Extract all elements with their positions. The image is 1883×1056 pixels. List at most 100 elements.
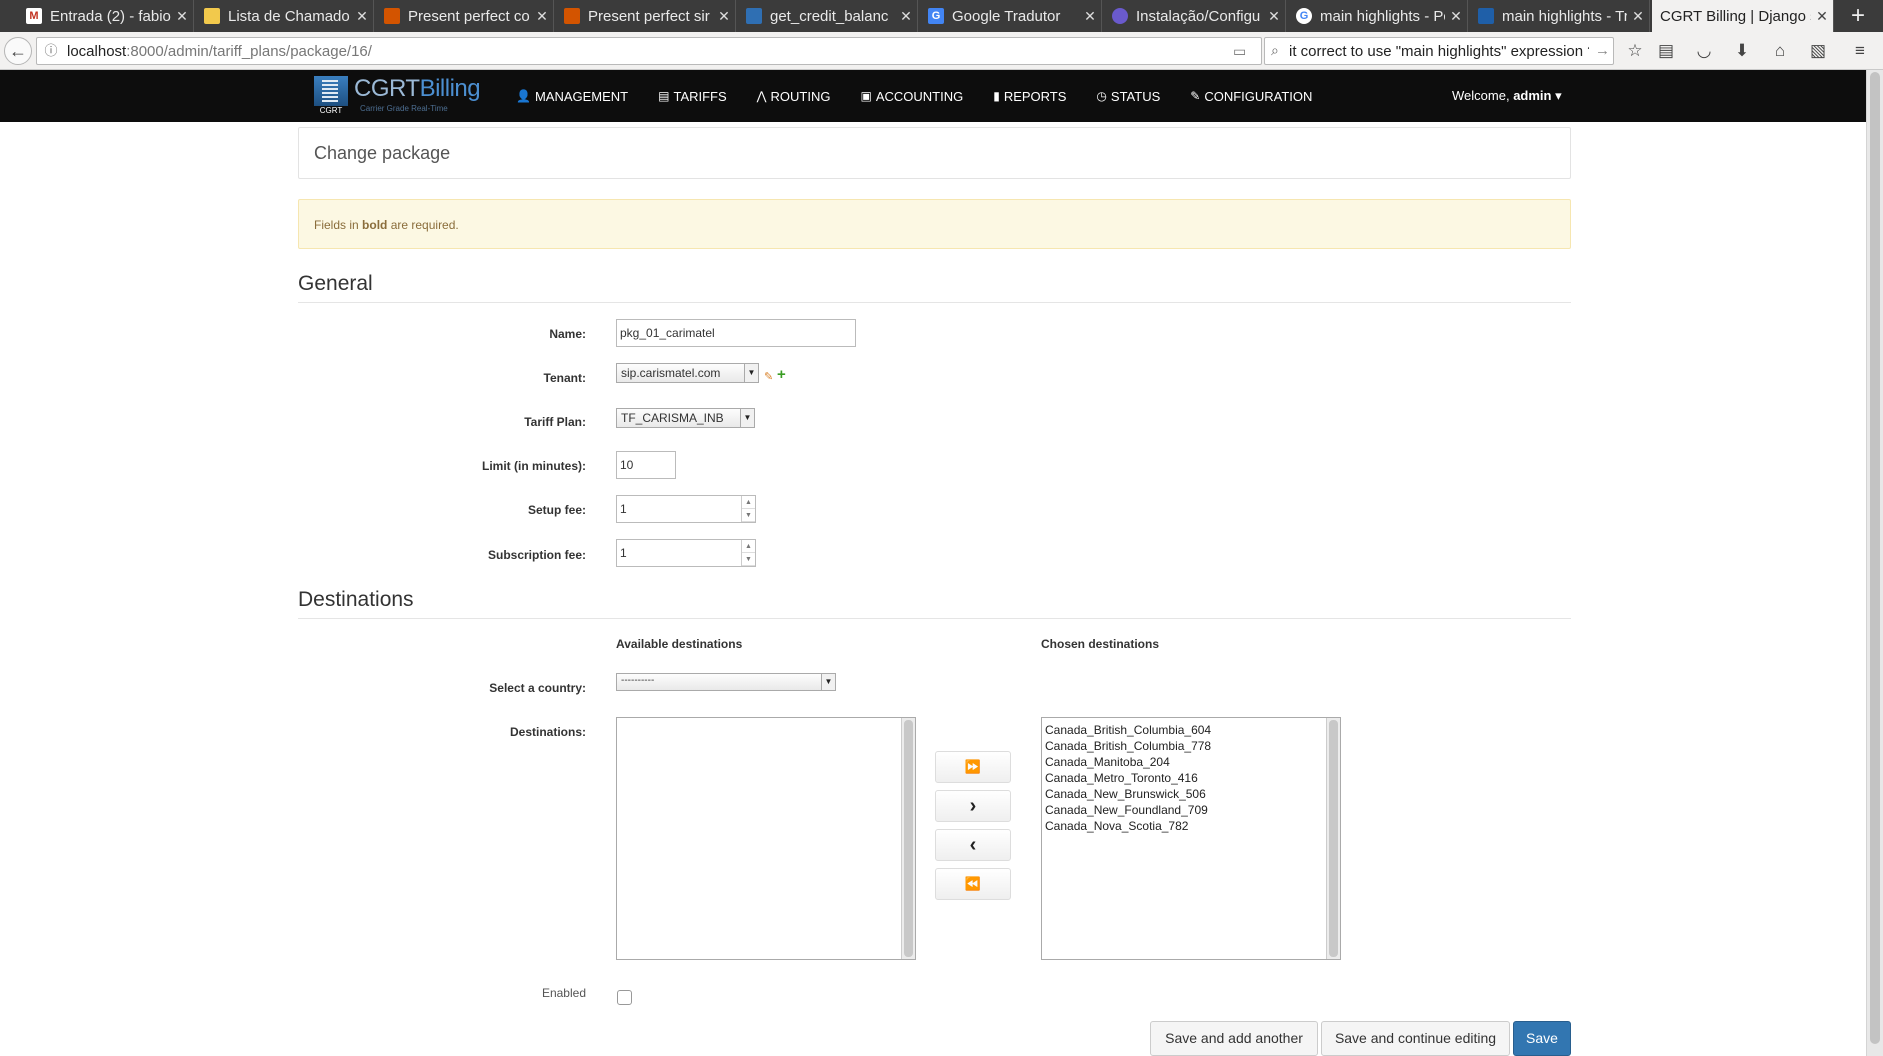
reader-view-icon[interactable]: ▭ xyxy=(1233,43,1246,60)
search-go-icon[interactable]: → xyxy=(1595,42,1610,59)
remove-button[interactable]: ‹ xyxy=(935,829,1011,861)
close-tab-icon[interactable]: ✕ xyxy=(1263,8,1285,25)
close-tab-icon[interactable]: ✕ xyxy=(713,8,735,25)
destination-option[interactable]: Canada_Manitoba_204 xyxy=(1045,754,1211,770)
bookmarks-list-icon[interactable]: ▤ xyxy=(1654,40,1678,62)
url-text: localhost:8000/admin/tariff_plans/packag… xyxy=(67,43,372,60)
close-tab-icon[interactable]: ✕ xyxy=(1445,8,1467,25)
home-icon[interactable]: ⌂ xyxy=(1768,40,1792,62)
close-tab-icon[interactable]: ✕ xyxy=(1811,8,1833,25)
tariff-plan-label: Tariff Plan: xyxy=(524,415,586,429)
page-header: Change package xyxy=(298,127,1571,179)
browser-tab-active[interactable]: CGRT Billing | Django s ✕ xyxy=(1652,0,1834,32)
menu-tariffs[interactable]: ▤ TARIFFS xyxy=(658,70,727,122)
add-all-button[interactable]: ⏩ xyxy=(935,751,1011,783)
destination-option[interactable]: Canada_Nova_Scotia_782 xyxy=(1045,818,1211,834)
chevron-down-icon: ▼ xyxy=(740,409,754,427)
book-icon xyxy=(384,8,400,24)
destination-option[interactable]: Canada_Metro_Toronto_416 xyxy=(1045,770,1211,786)
subscription-fee-label: Subscription fee: xyxy=(487,548,586,562)
country-select[interactable]: ---------- ▼ xyxy=(616,673,836,691)
chosen-destinations-list[interactable]: Canada_British_Columbia_604 Canada_Britis… xyxy=(1041,717,1341,960)
close-tab-icon[interactable]: ✕ xyxy=(1627,8,1649,25)
add-button[interactable]: › xyxy=(935,790,1011,822)
reverso-icon xyxy=(1478,8,1494,24)
hamburger-menu-icon[interactable]: ≡ xyxy=(1848,40,1872,62)
user-icon: 👤 xyxy=(516,89,531,103)
tenant-select[interactable]: sip.carismatel.com ▼ xyxy=(616,363,759,383)
section-destinations-title: Destinations xyxy=(298,588,1571,619)
available-destinations-list[interactable] xyxy=(616,717,916,960)
tab-title: Instalação/Configu xyxy=(1136,7,1261,25)
browser-tab[interactable]: M Entrada (2) - fabio ✕ xyxy=(18,0,194,32)
setup-fee-input[interactable]: 1 ▲ ▼ xyxy=(616,495,756,523)
brand-name: CGRTBilling xyxy=(354,75,481,102)
tariff-plan-select[interactable]: TF_CARISMA_INB ▼ xyxy=(616,408,755,428)
wrench-icon: ✎ xyxy=(1190,89,1201,103)
destination-option[interactable]: Canada_New_Foundland_709 xyxy=(1045,802,1211,818)
double-chevron-left-icon: ⏪ xyxy=(964,876,982,891)
enabled-checkbox[interactable] xyxy=(617,990,632,1005)
close-tab-icon[interactable]: ✕ xyxy=(1079,8,1101,25)
destination-option[interactable]: Canada_New_Brunswick_506 xyxy=(1045,786,1211,802)
close-tab-icon[interactable]: ✕ xyxy=(531,8,553,25)
close-tab-icon[interactable]: ✕ xyxy=(351,8,373,25)
brand-tagline: Carrier Grade Real-Time xyxy=(360,104,448,113)
search-bar[interactable]: ⌕ it correct to use "main highlights" ex… xyxy=(1264,37,1614,65)
browser-tab[interactable]: Present perfect co ✕ xyxy=(376,0,554,32)
chosen-destinations-title: Chosen destinations xyxy=(1041,637,1160,651)
tab-title: main highlights - Pc xyxy=(1320,7,1445,25)
browser-toolbar: ← ⓘ localhost:8000/admin/tariff_plans/pa… xyxy=(0,32,1883,70)
brand-logo[interactable]: CGRT CGRTBilling Carrier Grade Real-Time xyxy=(314,75,481,116)
browser-tab[interactable]: G Google Tradutor ✕ xyxy=(920,0,1102,32)
chevron-left-icon: ‹ xyxy=(969,834,977,856)
browser-tab[interactable]: Lista de Chamado ✕ xyxy=(196,0,374,32)
list-icon: ▤ xyxy=(658,89,670,103)
number-spinner[interactable]: ▲ ▼ xyxy=(741,496,755,522)
list-scrollbar[interactable] xyxy=(901,718,915,959)
menu-reports[interactable]: ▮ REPORTS xyxy=(993,70,1066,122)
close-tab-icon[interactable]: ✕ xyxy=(171,8,193,25)
limit-input[interactable]: 10 xyxy=(616,451,676,479)
name-input[interactable]: pkg_01_carimatel xyxy=(616,319,856,347)
caret-down-icon: ▾ xyxy=(1555,88,1562,103)
add-icon[interactable]: + xyxy=(777,367,789,382)
browser-tab[interactable]: get_credit_balanc ✕ xyxy=(738,0,918,32)
new-tab-button[interactable]: + xyxy=(1838,2,1878,30)
save-button[interactable]: Save xyxy=(1513,1021,1571,1056)
download-icon[interactable]: ⬇ xyxy=(1730,40,1754,62)
browser-tab[interactable]: G main highlights - Pc ✕ xyxy=(1288,0,1468,32)
page-scrollbar[interactable] xyxy=(1866,70,1883,1056)
close-tab-icon[interactable]: ✕ xyxy=(895,8,917,25)
main-menu: 👤 MANAGEMENT ▤ TARIFFS ⋀ ROUTING ▣ ACCOUNTIN… xyxy=(516,70,1342,122)
menu-accounting[interactable]: ▣ ACCOUNTING xyxy=(860,70,963,122)
subscription-fee-input[interactable]: 1 ▲ ▼ xyxy=(616,539,756,567)
search-icon: ⌕ xyxy=(1271,42,1279,58)
remove-all-button[interactable]: ⏪ xyxy=(935,868,1011,900)
pocket-icon[interactable]: ◡ xyxy=(1692,40,1716,62)
bar-chart-icon: ▮ xyxy=(993,89,1000,103)
destination-option[interactable]: Canada_British_Columbia_778 xyxy=(1045,738,1211,754)
screenshot-icon[interactable]: ▧ xyxy=(1806,40,1830,62)
destinations-label: Destinations: xyxy=(509,725,586,739)
back-arrow-icon[interactable]: ← xyxy=(4,37,32,65)
menu-status[interactable]: ◷ STATUS xyxy=(1096,70,1160,122)
save-and-continue-button[interactable]: Save and continue editing xyxy=(1321,1021,1510,1056)
menu-management[interactable]: 👤 MANAGEMENT xyxy=(516,70,628,122)
menu-configuration[interactable]: ✎ CONFIGURATION xyxy=(1190,70,1312,122)
save-and-add-another-button[interactable]: Save and add another xyxy=(1150,1021,1318,1056)
list-scrollbar[interactable] xyxy=(1326,718,1340,959)
browser-tab[interactable]: Present perfect sir ✕ xyxy=(556,0,736,32)
number-spinner[interactable]: ▲ ▼ xyxy=(741,540,755,566)
destination-option[interactable]: Canada_British_Columbia_604 xyxy=(1045,722,1211,738)
address-bar[interactable]: ⓘ localhost:8000/admin/tariff_plans/pack… xyxy=(36,37,1280,65)
pencil-icon[interactable]: ✎ xyxy=(764,370,776,383)
search-query[interactable]: it correct to use "main highlights" expr… xyxy=(1289,43,1589,60)
menu-routing[interactable]: ⋀ ROUTING xyxy=(757,70,831,122)
user-menu[interactable]: Welcome, admin ▾ xyxy=(1452,88,1562,104)
browser-tab[interactable]: main highlights - Tr ✕ xyxy=(1470,0,1650,32)
bookmark-star-icon[interactable]: ☆ xyxy=(1623,40,1647,62)
info-icon[interactable]: ⓘ xyxy=(43,43,59,59)
tab-title: Present perfect sir xyxy=(588,7,710,25)
browser-tab[interactable]: Instalação/Configu ✕ xyxy=(1104,0,1286,32)
